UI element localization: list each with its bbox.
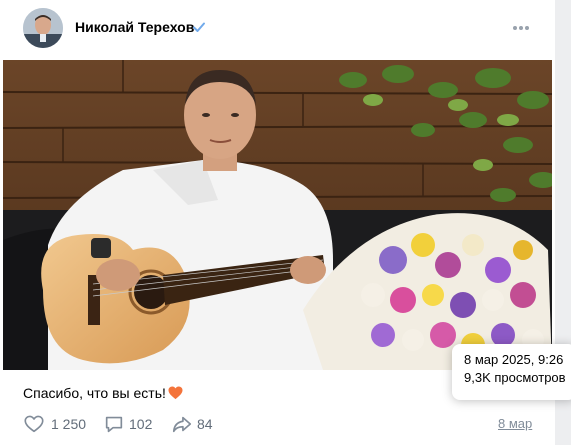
caption-text: Спасибо, что вы есть! <box>23 385 166 401</box>
comment-count: 102 <box>129 416 153 432</box>
more-horizontal-icon[interactable] <box>511 18 531 38</box>
date-tooltip: 8 мар 2025, 9:26 9,3K просмотров <box>452 344 571 400</box>
tooltip-views: 9,3K просмотров <box>464 370 566 385</box>
tooltip-datetime: 8 мар 2025, 9:26 <box>464 352 564 367</box>
post-date-link[interactable]: 8 мар <box>498 416 532 431</box>
author-avatar[interactable] <box>23 8 63 48</box>
share-icon <box>172 416 192 433</box>
share-count: 84 <box>197 416 213 432</box>
like-button[interactable]: 1 250 <box>23 413 93 435</box>
post-video[interactable] <box>3 60 552 370</box>
like-count: 1 250 <box>51 416 87 432</box>
comment-icon <box>105 416 123 433</box>
video-frame-image <box>3 60 552 370</box>
verified-check-icon <box>193 22 205 32</box>
share-button[interactable]: 84 <box>171 413 221 435</box>
author-name[interactable]: Николай Терехов <box>75 19 194 35</box>
orange-heart-emoji <box>168 386 183 400</box>
post-caption: Спасибо, что вы есть! <box>23 385 183 401</box>
post-header: Николай Терехов <box>0 0 555 58</box>
heart-icon <box>24 415 44 433</box>
comment-button[interactable]: 102 <box>103 413 163 435</box>
